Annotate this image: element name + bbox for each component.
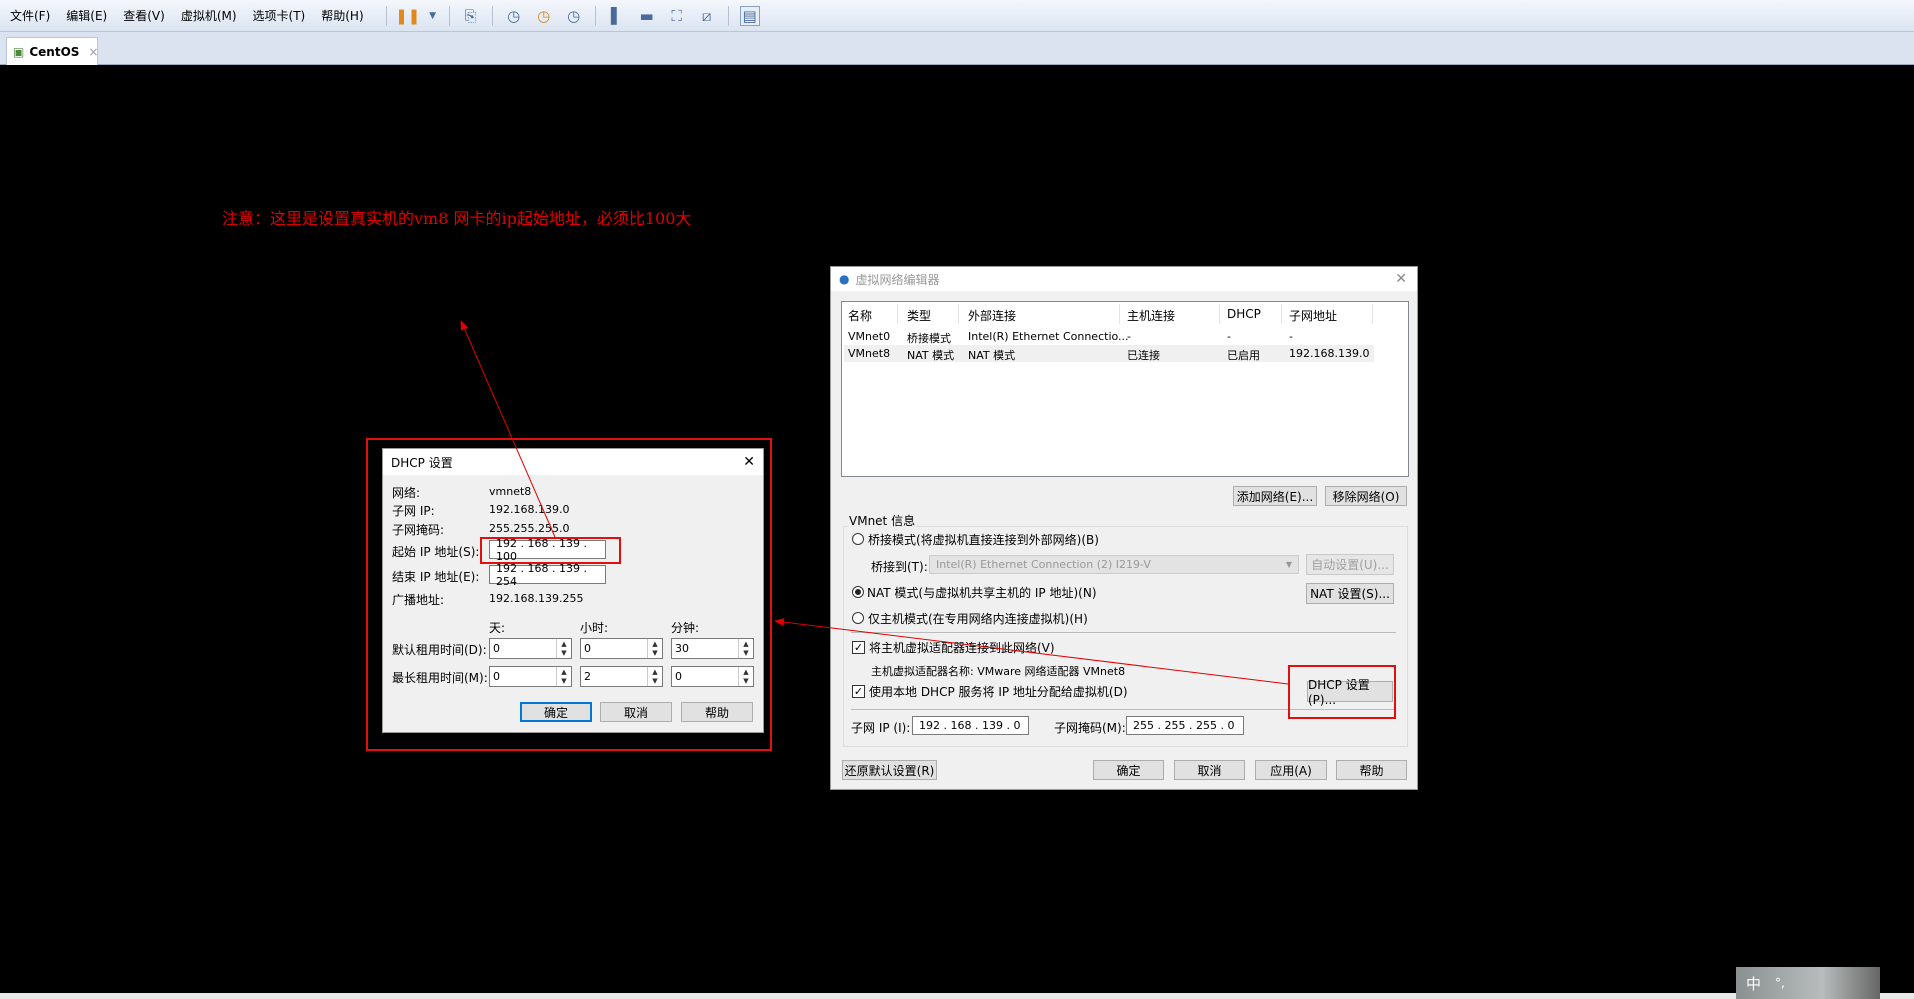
ime-punct[interactable]: °, [1775, 976, 1785, 990]
ime-widget[interactable]: 中 °, [1736, 967, 1880, 999]
annotation-arrows [460, 320, 1289, 685]
ime-mode[interactable]: 中 [1746, 973, 1761, 994]
arrow-to-note [460, 320, 556, 538]
arrow-to-dhcp-dialog [774, 618, 1289, 685]
bottom-strip [0, 993, 1914, 999]
